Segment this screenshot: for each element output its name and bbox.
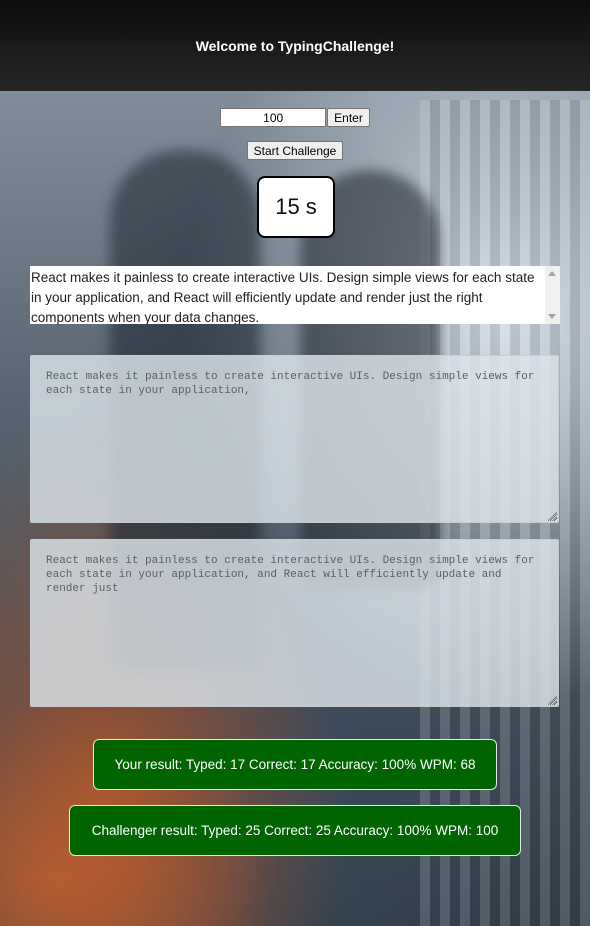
challenger-typing-area[interactable]: React makes it painless to create intera… (30, 539, 559, 707)
app-header: Welcome to TypingChallenge! (0, 0, 590, 91)
scroll-down-icon[interactable] (548, 314, 556, 319)
challenger-typed-text: React makes it painless to create intera… (46, 555, 535, 595)
word-count-form: Enter (0, 108, 590, 127)
passage-text: React makes it painless to create intera… (31, 270, 535, 324)
passage-scrollbar[interactable] (545, 266, 560, 324)
resize-grip-icon[interactable] (548, 696, 557, 705)
user-result-badge: Your result: Typed: 17 Correct: 17 Accur… (93, 739, 497, 790)
user-typing-area[interactable]: React makes it painless to create intera… (30, 355, 559, 523)
resize-grip-icon[interactable] (548, 512, 557, 521)
start-challenge-button[interactable]: Start Challenge (246, 141, 344, 160)
word-count-input[interactable] (220, 108, 327, 127)
enter-button[interactable]: Enter (327, 108, 370, 127)
user-typed-text: React makes it painless to create intera… (46, 371, 535, 397)
scroll-up-icon[interactable] (548, 271, 556, 276)
start-row: Start Challenge (0, 141, 590, 160)
passage-box[interactable]: React makes it painless to create intera… (30, 266, 560, 324)
countdown-timer: 15 s (257, 176, 335, 238)
page-title: Welcome to TypingChallenge! (195, 37, 395, 54)
challenger-result-badge: Challenger result: Typed: 25 Correct: 25… (69, 805, 521, 856)
